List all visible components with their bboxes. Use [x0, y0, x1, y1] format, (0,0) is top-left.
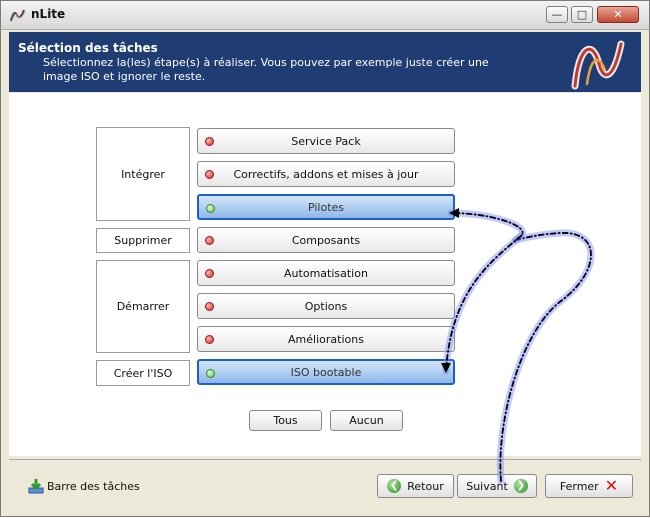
task-label: Options: [304, 299, 348, 313]
group-label: Supprimer: [114, 234, 172, 247]
close-icon: ✕: [613, 8, 623, 21]
status-indicator-icon: [205, 269, 214, 278]
task-automatisation-button[interactable]: Automatisation: [197, 260, 455, 286]
status-indicator-icon: [205, 302, 214, 311]
next-arrow-icon: ❯: [513, 479, 528, 493]
button-label: Retour: [407, 479, 444, 493]
task-label: Correctifs, addons et mises à jour: [233, 167, 419, 181]
page-title: Sélection des tâches: [18, 41, 158, 55]
group-label: Intégrer: [121, 167, 165, 181]
status-indicator-icon: [205, 170, 214, 179]
status-indicator-icon: [206, 204, 215, 213]
button-label: Aucun: [349, 414, 384, 427]
minimize-icon: —: [551, 8, 563, 21]
taskbar-label: Barre des tâches: [47, 479, 140, 493]
task-label: Service Pack: [291, 134, 361, 148]
back-button[interactable]: ❮ Retour: [377, 474, 454, 498]
maximize-icon: □: [576, 8, 588, 21]
close-window-button[interactable]: ✕: [597, 6, 639, 23]
task-label: Pilotes: [307, 200, 345, 214]
app-window: nLite — □ ✕ Sélection des tâches Sélecti…: [0, 0, 650, 517]
task-label: Composants: [291, 233, 361, 247]
task-service-pack-button[interactable]: Service Pack: [197, 128, 455, 154]
title-bar[interactable]: nLite — □ ✕: [1, 1, 649, 30]
minimize-button[interactable]: —: [546, 6, 568, 23]
button-label: Tous: [273, 414, 298, 427]
group-integrer: Intégrer: [96, 127, 190, 221]
select-all-button[interactable]: Tous: [249, 410, 322, 431]
next-button[interactable]: Suivant ❯: [457, 474, 537, 498]
group-demarrer: Démarrer: [96, 260, 190, 353]
nlite-logo-icon: [10, 9, 26, 22]
wizard-header: Sélection des tâches Sélectionnez la(les…: [9, 32, 641, 92]
task-correctifs-button[interactable]: Correctifs, addons et mises à jour: [197, 161, 455, 187]
task-ameliorations-button[interactable]: Améliorations: [197, 326, 455, 352]
group-supprimer: Supprimer: [96, 228, 190, 253]
task-options-button[interactable]: Options: [197, 293, 455, 319]
select-none-button[interactable]: Aucun: [330, 410, 403, 431]
status-indicator-icon: [205, 137, 214, 146]
window-title: nLite: [31, 7, 66, 21]
footer-divider: [9, 459, 641, 460]
close-button[interactable]: Fermer ✕: [545, 474, 633, 498]
group-label: Démarrer: [116, 300, 170, 313]
close-x-icon: ✕: [604, 476, 619, 495]
status-indicator-icon: [205, 335, 214, 344]
page-description: Sélectionnez la(les) étape(s) à réaliser…: [43, 56, 489, 83]
task-iso-bootable-button[interactable]: ISO bootable: [197, 359, 455, 385]
nlite-logo-icon: [571, 40, 625, 90]
task-pilotes-button[interactable]: Pilotes: [197, 194, 455, 220]
group-label: Créer l'ISO: [113, 366, 173, 380]
button-label: Suivant: [466, 479, 508, 493]
task-label: Améliorations: [288, 332, 364, 346]
button-label: Fermer: [559, 479, 599, 493]
status-indicator-icon: [205, 236, 214, 245]
back-arrow-icon: ❮: [387, 479, 402, 493]
task-label: ISO bootable: [290, 365, 362, 379]
task-label: Automatisation: [284, 266, 368, 280]
maximize-button[interactable]: □: [571, 6, 593, 23]
taskbar-link[interactable]: Barre des tâches: [28, 475, 140, 497]
group-creer-iso: Créer l'ISO: [96, 360, 190, 386]
download-arrow-icon: [28, 479, 44, 494]
status-indicator-icon: [206, 369, 215, 378]
task-composants-button[interactable]: Composants: [197, 227, 455, 253]
